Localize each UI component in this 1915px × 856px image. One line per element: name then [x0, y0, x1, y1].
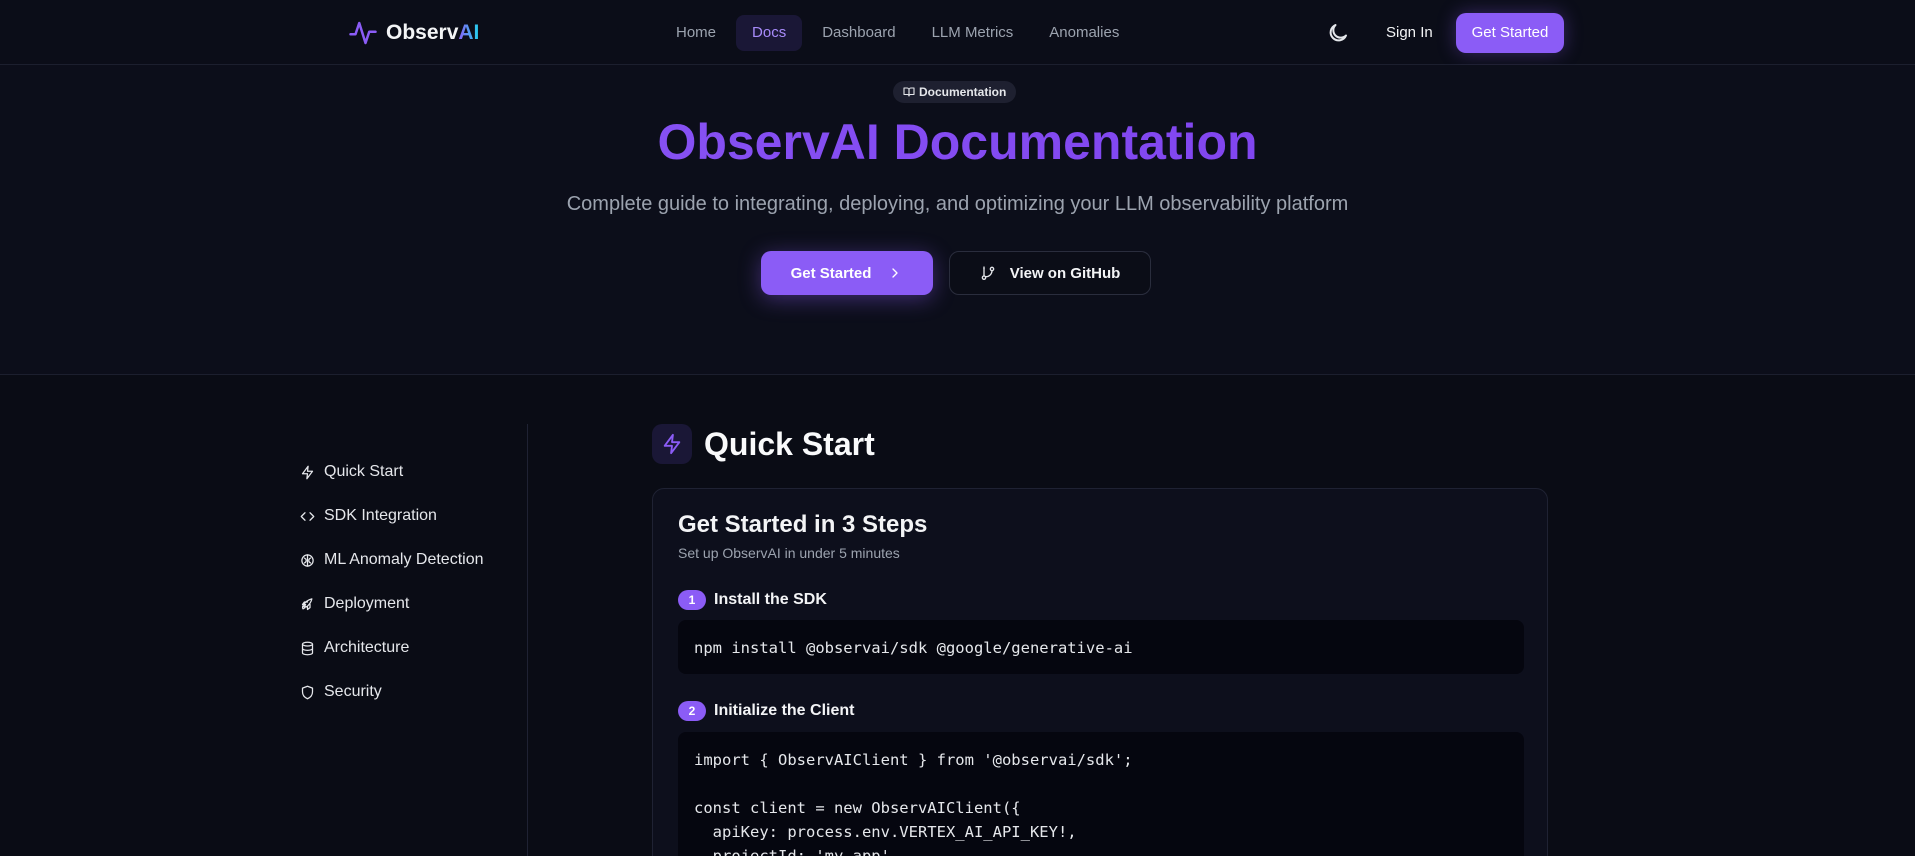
sidebar-item-deployment[interactable]: Deployment: [300, 592, 409, 616]
docs-sidebar: Quick Start SDK Integration ML Anomaly D…: [0, 424, 528, 856]
step-2-header: 2 Initialize the Client: [678, 700, 854, 722]
activity-icon: [349, 21, 377, 45]
code-block-initialize[interactable]: import { ObservAIClient } from '@observa…: [678, 732, 1524, 856]
sidebar-item-label: Architecture: [324, 639, 410, 656]
brain-icon: [301, 553, 314, 567]
sidebar-item-quick-start[interactable]: Quick Start: [300, 460, 403, 484]
nav-link-home[interactable]: Home: [660, 15, 732, 51]
step-number-badge: 1: [678, 590, 706, 610]
hero-section: Documentation ObservAI Documentation Com…: [0, 65, 1915, 375]
sidebar-item-label: Quick Start: [324, 463, 404, 480]
sidebar-divider: [527, 424, 528, 856]
sidebar-item-architecture[interactable]: Architecture: [300, 636, 409, 660]
moon-icon[interactable]: [1326, 21, 1350, 45]
logo-text: ObservAI: [386, 21, 480, 44]
github-label: View on GitHub: [1009, 264, 1121, 282]
documentation-badge: Documentation: [893, 81, 1017, 103]
nav-links: Home Docs Dashboard LLM Metrics Anomalie…: [660, 15, 1139, 51]
step-number-badge: 2: [678, 701, 706, 721]
quick-start-icon-box: [652, 424, 692, 464]
database-icon: [301, 641, 314, 655]
chevron-right-icon: [892, 268, 899, 278]
sidebar-item-sdk-integration[interactable]: SDK Integration: [300, 504, 437, 528]
card-title: Get Started in 3 Steps: [678, 511, 928, 538]
logo[interactable]: ObservAI: [348, 16, 479, 50]
page-subtitle: Complete guide to integrating, deploying…: [566, 193, 1349, 215]
nav-link-llm-metrics[interactable]: LLM Metrics: [916, 15, 1030, 51]
sign-in-button[interactable]: Sign In: [1372, 15, 1447, 51]
sidebar-item-label: SDK Integration: [324, 507, 437, 524]
rocket-icon: [301, 597, 313, 610]
badge-label: Documentation: [919, 85, 1007, 99]
git-branch-icon: [981, 266, 995, 280]
step-title: Install the SDK: [714, 591, 827, 608]
card-subtitle: Set up ObservAI in under 5 minutes: [678, 545, 900, 561]
sidebar-item-label: ML Anomaly Detection: [324, 551, 484, 568]
nav-link-docs[interactable]: Docs: [736, 15, 803, 51]
get-started-button[interactable]: Get Started: [761, 251, 933, 295]
get-started-label: Get Started: [790, 264, 872, 282]
sidebar-item-security[interactable]: Security: [300, 680, 382, 704]
navbar: ObservAI Home Docs Dashboard LLM Metrics…: [0, 0, 1915, 65]
view-on-github-button[interactable]: View on GitHub: [949, 251, 1151, 295]
sidebar-item-label: Deployment: [324, 595, 410, 612]
section-title: Quick Start: [704, 426, 875, 462]
book-open-icon: [903, 87, 915, 97]
sidebar-item-ml-anomaly-detection[interactable]: ML Anomaly Detection: [300, 548, 483, 572]
page-title: ObservAI Documentation: [0, 113, 1915, 171]
quick-start-card: Get Started in 3 Steps Set up ObservAI i…: [652, 488, 1548, 856]
nav-get-started-button[interactable]: Get Started: [1456, 13, 1564, 53]
zap-icon: [663, 433, 681, 455]
zap-icon: [301, 465, 314, 479]
code-icon: [300, 511, 315, 521]
sidebar-item-label: Security: [324, 683, 382, 700]
nav-link-anomalies[interactable]: Anomalies: [1033, 15, 1135, 51]
code-block-install[interactable]: npm install @observai/sdk @google/genera…: [678, 620, 1524, 674]
shield-icon: [301, 685, 314, 699]
nav-link-dashboard[interactable]: Dashboard: [806, 15, 911, 51]
step-title: Initialize the Client: [714, 702, 855, 719]
step-1-header: 1 Install the SDK: [678, 589, 827, 611]
